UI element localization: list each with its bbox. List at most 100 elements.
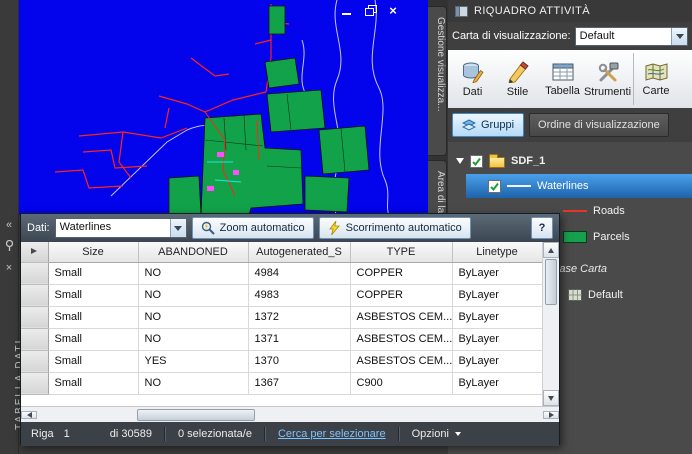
table-button[interactable]: Tabella: [540, 53, 585, 105]
table-row[interactable]: Small NO 1372 ASBESTOS CEM... ByLayer: [21, 306, 543, 329]
tree-node-label: SDF_1: [511, 155, 546, 167]
pin-icon[interactable]: [5, 239, 14, 254]
scroll-up-icon[interactable]: [543, 242, 559, 258]
tree-node-label: Default: [588, 289, 623, 301]
column-header[interactable]: Size: [48, 242, 139, 263]
table-cell[interactable]: Small: [48, 284, 139, 307]
table-cell[interactable]: NO: [138, 284, 249, 307]
table-row[interactable]: Small YES 1370 ASBESTOS CEM... ByLayer: [21, 350, 543, 373]
header-row: Size ABANDONED Autogenerated_S TYPE Line…: [21, 242, 543, 263]
tree-node-waterlines[interactable]: Waterlines: [466, 174, 692, 198]
maps-icon: [645, 62, 668, 81]
table-cell[interactable]: 1371: [248, 328, 351, 351]
table-icon: [552, 63, 573, 80]
tools-button[interactable]: Strumenti: [584, 53, 631, 105]
table-row[interactable]: Small NO 1371 ASBESTOS CEM... ByLayer: [21, 328, 543, 351]
display-map-combobox[interactable]: Default: [574, 26, 688, 46]
column-header[interactable]: Linetype: [452, 242, 543, 263]
table-cell[interactable]: COPPER: [350, 284, 453, 307]
table-cell[interactable]: ASBESTOS CEM...: [350, 350, 453, 373]
tab-ordine-visualizzazione[interactable]: Ordine di visualizzazione: [529, 113, 669, 137]
table-cell[interactable]: COPPER: [350, 262, 453, 285]
table-row[interactable]: Small NO 4984 COPPER ByLayer: [21, 262, 543, 285]
checkbox-sdf1[interactable]: [470, 154, 483, 168]
table-cell[interactable]: NO: [138, 262, 249, 285]
table-cell[interactable]: ASBESTOS CEM...: [350, 306, 453, 329]
drawing-window-controls: ×: [341, 4, 399, 17]
maps-button[interactable]: Carte: [633, 53, 678, 105]
table-cell[interactable]: 1367: [248, 372, 351, 395]
minimize-icon[interactable]: [341, 5, 353, 16]
chevron-down-icon[interactable]: [169, 219, 186, 237]
table-cell[interactable]: ByLayer: [452, 328, 543, 351]
column-header[interactable]: Autogenerated_S: [248, 242, 351, 263]
restore-icon[interactable]: [364, 5, 377, 16]
table-cell[interactable]: Small: [48, 306, 139, 329]
table-row[interactable]: Small NO 1367 C900 ByLayer: [21, 372, 543, 395]
map-viewport[interactable]: ×: [19, 0, 428, 215]
row-indicator-header[interactable]: [21, 242, 49, 263]
scorrimento-automatico-button[interactable]: Scorrimento automatico: [318, 217, 471, 239]
expander-icon[interactable]: [456, 158, 464, 164]
table-cell[interactable]: 1372: [248, 306, 351, 329]
table-cell[interactable]: ByLayer: [452, 306, 543, 329]
column-header[interactable]: TYPE: [350, 242, 453, 263]
scroll-left-icon[interactable]: [21, 410, 37, 419]
horizontal-scrollbar[interactable]: [21, 406, 559, 422]
table-cell[interactable]: Small: [48, 350, 139, 373]
horizontal-scroll-thumb[interactable]: [137, 408, 255, 421]
tab-gruppi[interactable]: Gruppi: [452, 113, 525, 137]
table-cell[interactable]: ASBESTOS CEM...: [350, 328, 453, 351]
zoom-automatico-button[interactable]: Zoom automatico: [191, 217, 314, 239]
tab-gruppi-label: Gruppi: [481, 119, 515, 131]
table-cell[interactable]: 1370: [248, 350, 351, 373]
help-label: ?: [538, 222, 546, 234]
display-map-row: Carta di visualizzazione: Default: [448, 22, 692, 50]
row-selector-cell[interactable]: [21, 350, 49, 373]
options-button[interactable]: Opzioni: [412, 428, 461, 440]
table-cell[interactable]: NO: [138, 306, 249, 329]
search-to-select-link[interactable]: Cerca per selezionare: [278, 428, 386, 440]
scroll-right-icon[interactable]: [543, 410, 559, 419]
data-grid-table: Size ABANDONED Autogenerated_S TYPE Line…: [21, 242, 543, 395]
table-body: Small NO 4984 COPPER ByLayer Small NO 4983 COPPE…: [21, 262, 543, 395]
table-row[interactable]: Small NO 4983 COPPER ByLayer: [21, 284, 543, 307]
table-cell[interactable]: C900: [350, 372, 453, 395]
table-cell[interactable]: ByLayer: [452, 262, 543, 285]
checkbox-waterlines[interactable]: [488, 179, 501, 193]
polygon-swatch-icon: [563, 231, 587, 243]
table-cell[interactable]: ByLayer: [452, 350, 543, 373]
table-cell[interactable]: NO: [138, 372, 249, 395]
table-cell[interactable]: 4983: [248, 284, 351, 307]
row-selector-cell[interactable]: [21, 306, 49, 329]
table-cell[interactable]: Small: [48, 262, 139, 285]
vertical-scroll-thumb[interactable]: [545, 259, 557, 305]
table-cell[interactable]: YES: [138, 350, 249, 373]
help-button[interactable]: ?: [531, 217, 553, 239]
close-icon[interactable]: ×: [387, 4, 399, 17]
tool-label: Dati: [462, 85, 483, 98]
table-cell[interactable]: ByLayer: [452, 284, 543, 307]
row-selector-cell[interactable]: [21, 262, 49, 285]
collapse-icon[interactable]: «: [6, 220, 12, 231]
magnifier-icon: [201, 221, 215, 235]
row-selector-cell[interactable]: [21, 328, 49, 351]
row-selector-cell[interactable]: [21, 372, 49, 395]
vertical-scrollbar[interactable]: [542, 242, 559, 406]
style-button[interactable]: Stile: [495, 53, 540, 105]
table-cell[interactable]: 4984: [248, 262, 351, 285]
layer-select-combobox[interactable]: Waterlines: [54, 218, 187, 238]
tab-display-manager[interactable]: Gestione visualizza...: [428, 6, 447, 156]
scroll-down-icon[interactable]: [543, 390, 559, 406]
column-header[interactable]: ABANDONED: [138, 242, 249, 263]
table-cell[interactable]: ByLayer: [452, 372, 543, 395]
chevron-down-icon[interactable]: [671, 27, 687, 45]
close-icon[interactable]: ×: [6, 263, 12, 274]
data-table-panel: Dati: Waterlines Zoom automatico Scorrim…: [20, 213, 560, 446]
tree-node-sdf1[interactable]: SDF_1: [448, 148, 692, 174]
data-button[interactable]: Dati: [450, 53, 495, 105]
row-selector-cell[interactable]: [21, 284, 49, 307]
table-cell[interactable]: Small: [48, 372, 139, 395]
table-cell[interactable]: Small: [48, 328, 139, 351]
table-cell[interactable]: NO: [138, 328, 249, 351]
